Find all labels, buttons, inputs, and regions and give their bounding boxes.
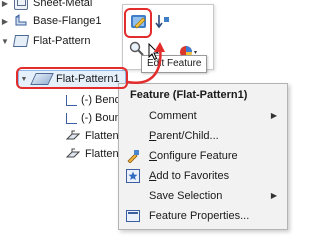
- annotation-arrow: [127, 42, 165, 84]
